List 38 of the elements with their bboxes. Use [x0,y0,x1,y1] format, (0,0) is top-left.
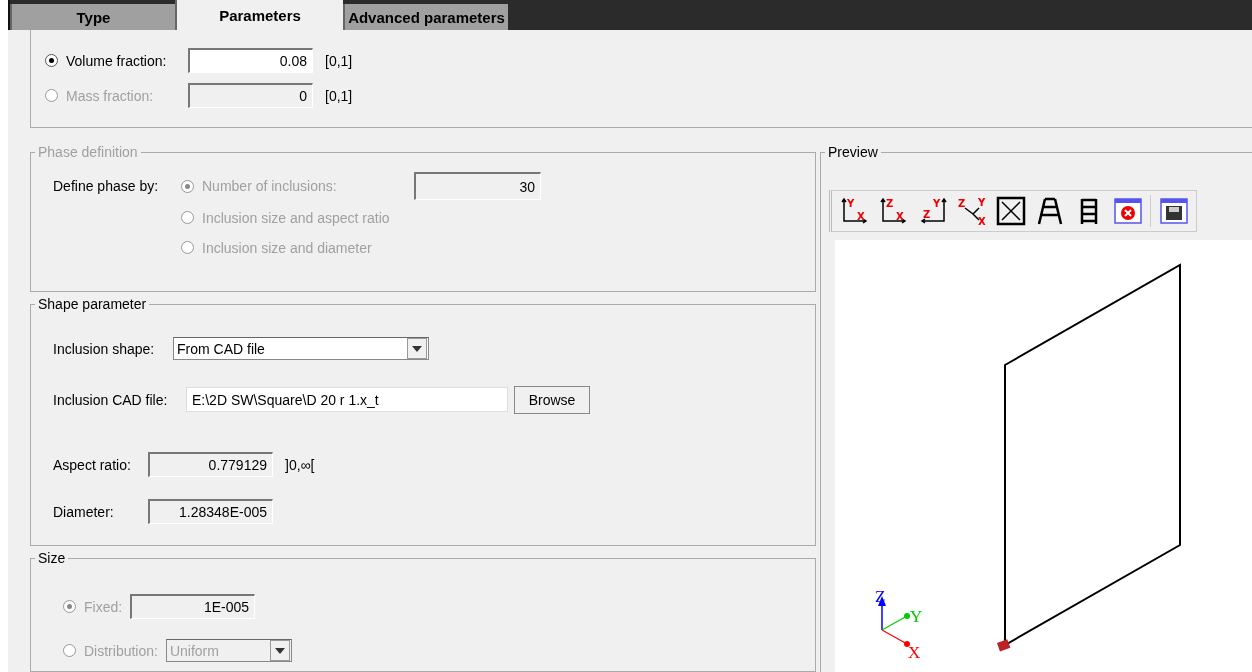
range-text: [0,1] [325,52,353,69]
field-label: Inclusion shape: [53,340,156,357]
vertex-marker [996,639,1011,652]
field-label: Mass fraction: [66,87,155,104]
option-label: Fixed: [84,598,123,615]
group-title: Size [37,550,67,566]
option-label: Distribution: [84,642,158,659]
input-field[interactable]: 0.08 [188,48,313,73]
toolbar-button[interactable]: Z X [877,194,910,228]
input-field[interactable]: 1.28348E-005 [148,499,273,524]
group-title: Shape parameter [37,296,148,312]
range-text: [0,1] [325,87,353,104]
input-field[interactable]: 0.779129 [148,452,273,477]
tab[interactable]: Type [10,4,175,30]
field-label: Define phase by: [53,178,160,196]
option-label: Inclusion size and diameter [202,239,372,256]
fit-view-icon [995,196,1026,226]
close-icon [1112,196,1143,226]
option-label: Number of inclusions: [202,178,338,194]
input-field[interactable]: E:\2D SW\Square\D 20 r 1.x_t [186,387,508,412]
toolbar-button[interactable] [994,194,1027,228]
field-label: Aspect ratio: [53,456,132,473]
toolbar-button[interactable]: Y Z [916,194,949,228]
toolbar-button[interactable]: Z Y X [955,194,988,228]
toolbar-button[interactable]: Y X [838,194,871,228]
option-label: Inclusion size and aspect ratio [202,209,390,226]
tab[interactable]: Advanced parameters [343,4,508,30]
tab[interactable]: Parameters [175,0,343,30]
range-text: ]0,∞[ [285,456,315,473]
dropdown[interactable]: From CAD file [173,337,429,360]
group-title: Preview [827,144,879,160]
field-label: Volume fraction: [66,52,168,69]
field-label: Inclusion CAD file: [53,391,169,408]
group-title: Phase definition [37,144,139,160]
browse-button[interactable]: Browse [514,385,590,414]
field-label: Diameter: [53,503,115,520]
radio-button[interactable] [45,54,58,67]
save-icon [1158,196,1189,226]
